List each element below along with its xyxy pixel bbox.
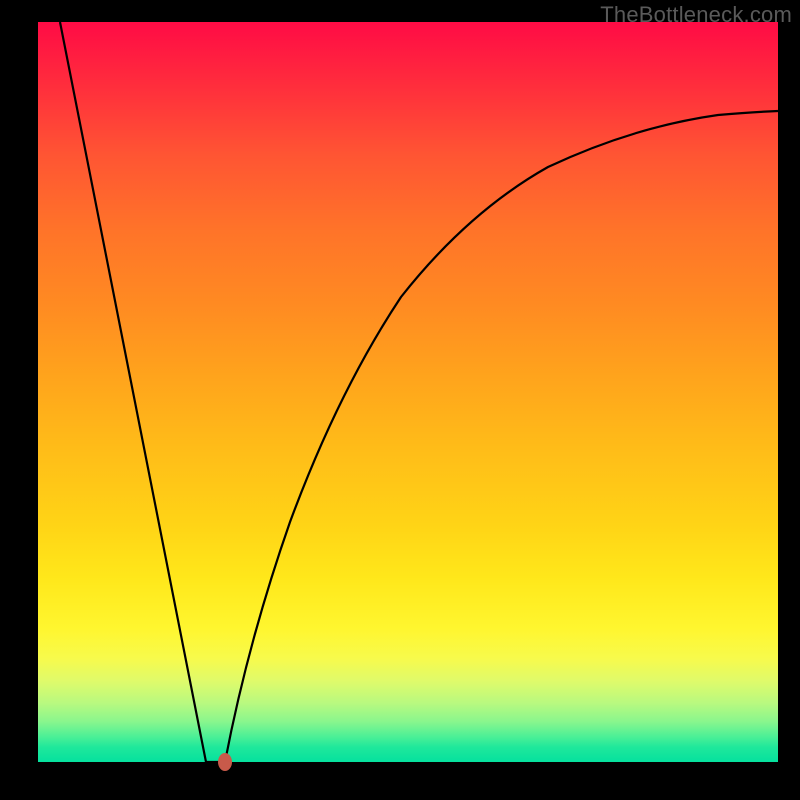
bottleneck-curve: [38, 22, 778, 762]
plot-area: [38, 22, 778, 762]
min-marker: [218, 753, 232, 771]
curve-path: [60, 22, 778, 762]
chart-frame: TheBottleneck.com: [0, 0, 800, 800]
watermark-text: TheBottleneck.com: [600, 2, 792, 28]
